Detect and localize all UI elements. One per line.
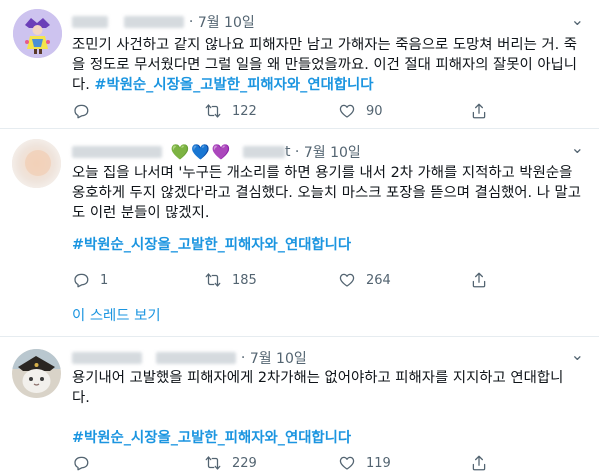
share-icon: [472, 272, 486, 288]
retweet-icon: [205, 273, 221, 287]
tweet-text: 조민기 사건하고 같지 않나요 피해자만 남고 가해자는 죽음으로 도망쳐 버리…: [72, 35, 587, 95]
retweet-button[interactable]: 185: [204, 269, 257, 291]
like-button[interactable]: 264: [338, 269, 391, 291]
hashtag-link[interactable]: #박원순_시장을_고발한_피해자와_연대합니다: [72, 233, 351, 254]
avatar-image: [12, 349, 61, 398]
author-handle-redacted[interactable]: [242, 146, 285, 158]
tweet-date[interactable]: 7월 10일: [198, 15, 255, 31]
like-button[interactable]: 119: [338, 452, 391, 474]
reply-icon: [74, 273, 89, 288]
author-name-redacted[interactable]: [72, 146, 162, 158]
green-heart-icon: 💚: [170, 143, 190, 161]
tweet-actions: 229 119: [64, 452, 504, 474]
avatar[interactable]: [13, 9, 62, 58]
reply-icon: [74, 104, 89, 119]
share-button[interactable]: [470, 269, 488, 291]
like-count: 119: [366, 455, 391, 471]
author-name-redacted[interactable]: [72, 16, 108, 28]
name-emoji-hearts: 💚 💙 💜: [170, 143, 232, 161]
tweet-header: 💚 💙 💜 t · 7월 10일: [72, 142, 361, 162]
reply-count: 1: [100, 272, 109, 288]
reply-button[interactable]: [72, 100, 90, 122]
more-icon[interactable]: ⌄: [571, 345, 585, 364]
avatar[interactable]: [12, 349, 61, 398]
author-handle-suffix: t: [284, 144, 291, 160]
reply-icon: [74, 456, 89, 471]
retweet-button[interactable]: 229: [204, 452, 257, 474]
retweet-icon: [205, 104, 221, 118]
tweet-date[interactable]: 7월 10일: [304, 145, 361, 161]
tweet-text: 용기내어 고발했을 피해자에게 2차가해는 없어야하고 피해자를 지지하고 연대…: [72, 370, 564, 406]
timeline: · 7월 10일 ⌄ 조민기 사건하고 같지 않나요 피해자만 남고 가해자는 …: [0, 0, 599, 475]
header-separator: ·: [294, 144, 304, 160]
author-name-redacted[interactable]: [72, 352, 142, 364]
header-separator: ·: [240, 350, 250, 366]
avatar[interactable]: [12, 139, 61, 188]
tweet-date[interactable]: 7월 10일: [250, 351, 307, 367]
share-button[interactable]: [470, 452, 488, 474]
heart-icon: [339, 104, 355, 118]
tweet-header: · 7월 10일: [72, 12, 255, 32]
blue-heart-icon: 💙: [191, 143, 210, 161]
reply-button[interactable]: 1: [72, 269, 108, 291]
share-button[interactable]: [470, 100, 488, 122]
show-thread-link[interactable]: 이 스레드 보기: [72, 304, 161, 325]
retweet-count: 229: [232, 455, 257, 471]
avatar-image: [12, 139, 61, 188]
share-icon: [472, 103, 486, 119]
more-icon[interactable]: ⌄: [571, 138, 585, 157]
retweet-count: 185: [232, 272, 257, 288]
heart-icon: [339, 273, 355, 287]
like-count: 90: [366, 103, 383, 119]
tweet-actions: 1 185 264: [64, 269, 504, 291]
tweet-header: · 7월 10일: [72, 348, 307, 368]
tweet[interactable]: · 7월 10일 ⌄ 조민기 사건하고 같지 않나요 피해자만 남고 가해자는 …: [0, 0, 599, 129]
tweet-actions: 122 90: [64, 100, 504, 122]
tweet-text: 오늘 집을 나서며 '누구든 개소리를 하면 용기를 내서 2차 가해를 지적하…: [72, 165, 581, 221]
header-separator: ·: [188, 14, 198, 30]
author-handle-redacted[interactable]: [124, 16, 185, 28]
author-handle-redacted[interactable]: [156, 352, 237, 364]
like-button[interactable]: 90: [338, 100, 383, 122]
more-icon[interactable]: ⌄: [571, 10, 585, 29]
retweet-icon: [205, 456, 221, 470]
purple-heart-icon: 💜: [211, 143, 231, 161]
share-icon: [472, 455, 486, 471]
reply-button[interactable]: [72, 452, 90, 474]
hashtag-link[interactable]: #박원순_시장을_고발한_피해자와_연대합니다: [94, 77, 373, 93]
heart-icon: [339, 456, 355, 470]
retweet-count: 122: [232, 103, 257, 119]
like-count: 264: [366, 272, 391, 288]
hashtag-link[interactable]: #박원순_시장을_고발한_피해자와_연대합니다: [72, 426, 351, 447]
retweet-button[interactable]: 122: [204, 100, 257, 122]
avatar-image: [13, 9, 62, 58]
